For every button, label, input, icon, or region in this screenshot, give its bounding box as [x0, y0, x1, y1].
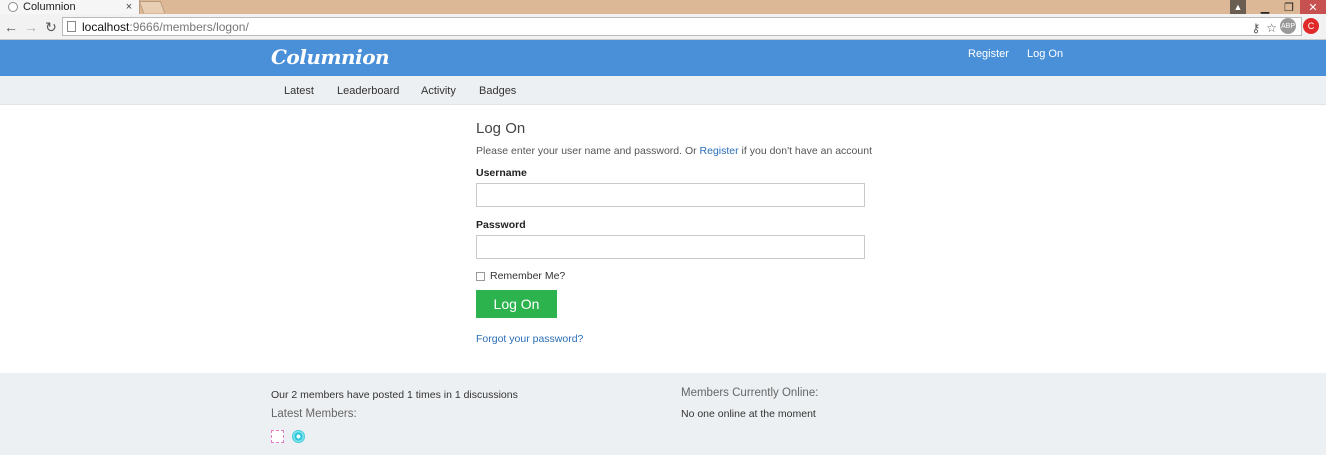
sub-navigation: Latest Leaderboard Activity Badges [0, 76, 1326, 105]
tab-title: Columnion [23, 1, 76, 13]
password-label: Password [476, 219, 526, 231]
members-online-heading: Members Currently Online: [681, 387, 819, 399]
url-path: :9666/members/logon/ [129, 19, 249, 34]
page-icon [67, 21, 76, 32]
password-input[interactable] [476, 235, 865, 259]
remember-me-row: Remember Me? [476, 270, 565, 282]
bookmark-star-icon[interactable]: ☆ [1266, 21, 1277, 35]
username-label: Username [476, 167, 527, 179]
subnav-leaderboard[interactable]: Leaderboard [337, 85, 399, 97]
members-online-status: No one online at the moment [681, 408, 816, 420]
user-profile-icon[interactable]: ▲ [1230, 0, 1246, 14]
register-link[interactable]: Register [968, 48, 1009, 60]
new-tab-button[interactable] [138, 1, 166, 13]
security-extension-icon[interactable]: C [1303, 18, 1319, 34]
latest-members-heading: Latest Members: [271, 408, 357, 420]
adblock-extension-icon[interactable]: ABP [1280, 18, 1296, 34]
latest-members-list [271, 430, 305, 443]
subnav-activity[interactable]: Activity [421, 85, 456, 97]
forgot-password-link[interactable]: Forgot your password? [476, 333, 583, 345]
username-input[interactable] [476, 183, 865, 207]
member-avatar[interactable] [292, 430, 305, 443]
remember-me-label[interactable]: Remember Me? [490, 270, 565, 282]
page-title: Log On [476, 120, 526, 137]
omnibox-actions: ⚷ ☆ [1251, 21, 1277, 35]
subnav-latest[interactable]: Latest [284, 85, 314, 97]
maximize-icon[interactable]: ❐ [1280, 0, 1298, 14]
back-arrow-icon[interactable]: ← [3, 19, 19, 35]
remember-me-checkbox[interactable] [476, 271, 485, 281]
reload-icon[interactable]: ↻ [43, 19, 59, 35]
site-logo[interactable]: Columnion [271, 45, 390, 69]
address-bar[interactable]: localhost:9666/members/logon/ ⚷ ☆ [62, 17, 1302, 36]
page-favicon-icon [8, 2, 18, 12]
close-window-icon[interactable]: ✕ [1300, 0, 1326, 14]
subnav-badges[interactable]: Badges [479, 85, 516, 97]
intro-text-after: if you don't have an account [738, 145, 872, 157]
intro-register-link[interactable]: Register [700, 145, 739, 157]
browser-tabstrip: Columnion × ▲ ▁ ❐ ✕ [0, 0, 1326, 14]
forward-arrow-icon[interactable]: → [23, 19, 39, 35]
logon-intro: Please enter your user name and password… [476, 145, 872, 157]
logon-link[interactable]: Log On [1027, 48, 1063, 60]
site-footer: Our 2 members have posted 1 times in 1 d… [0, 373, 1326, 455]
intro-text-before: Please enter your user name and password… [476, 145, 700, 157]
site-navbar: Columnion Register Log On [0, 40, 1326, 76]
minimize-icon[interactable]: ▁ [1256, 0, 1274, 14]
url-host: localhost [82, 19, 130, 34]
tab-close-icon[interactable]: × [123, 1, 135, 13]
key-icon[interactable]: ⚷ [1251, 21, 1260, 35]
member-avatar[interactable] [271, 430, 284, 443]
browser-toolbar: ← → ↻ localhost:9666/members/logon/ ⚷ ☆ … [0, 14, 1326, 40]
logon-submit-button[interactable]: Log On [476, 290, 557, 318]
browser-tab[interactable]: Columnion × [0, 0, 140, 14]
forum-stats: Our 2 members have posted 1 times in 1 d… [271, 389, 518, 401]
